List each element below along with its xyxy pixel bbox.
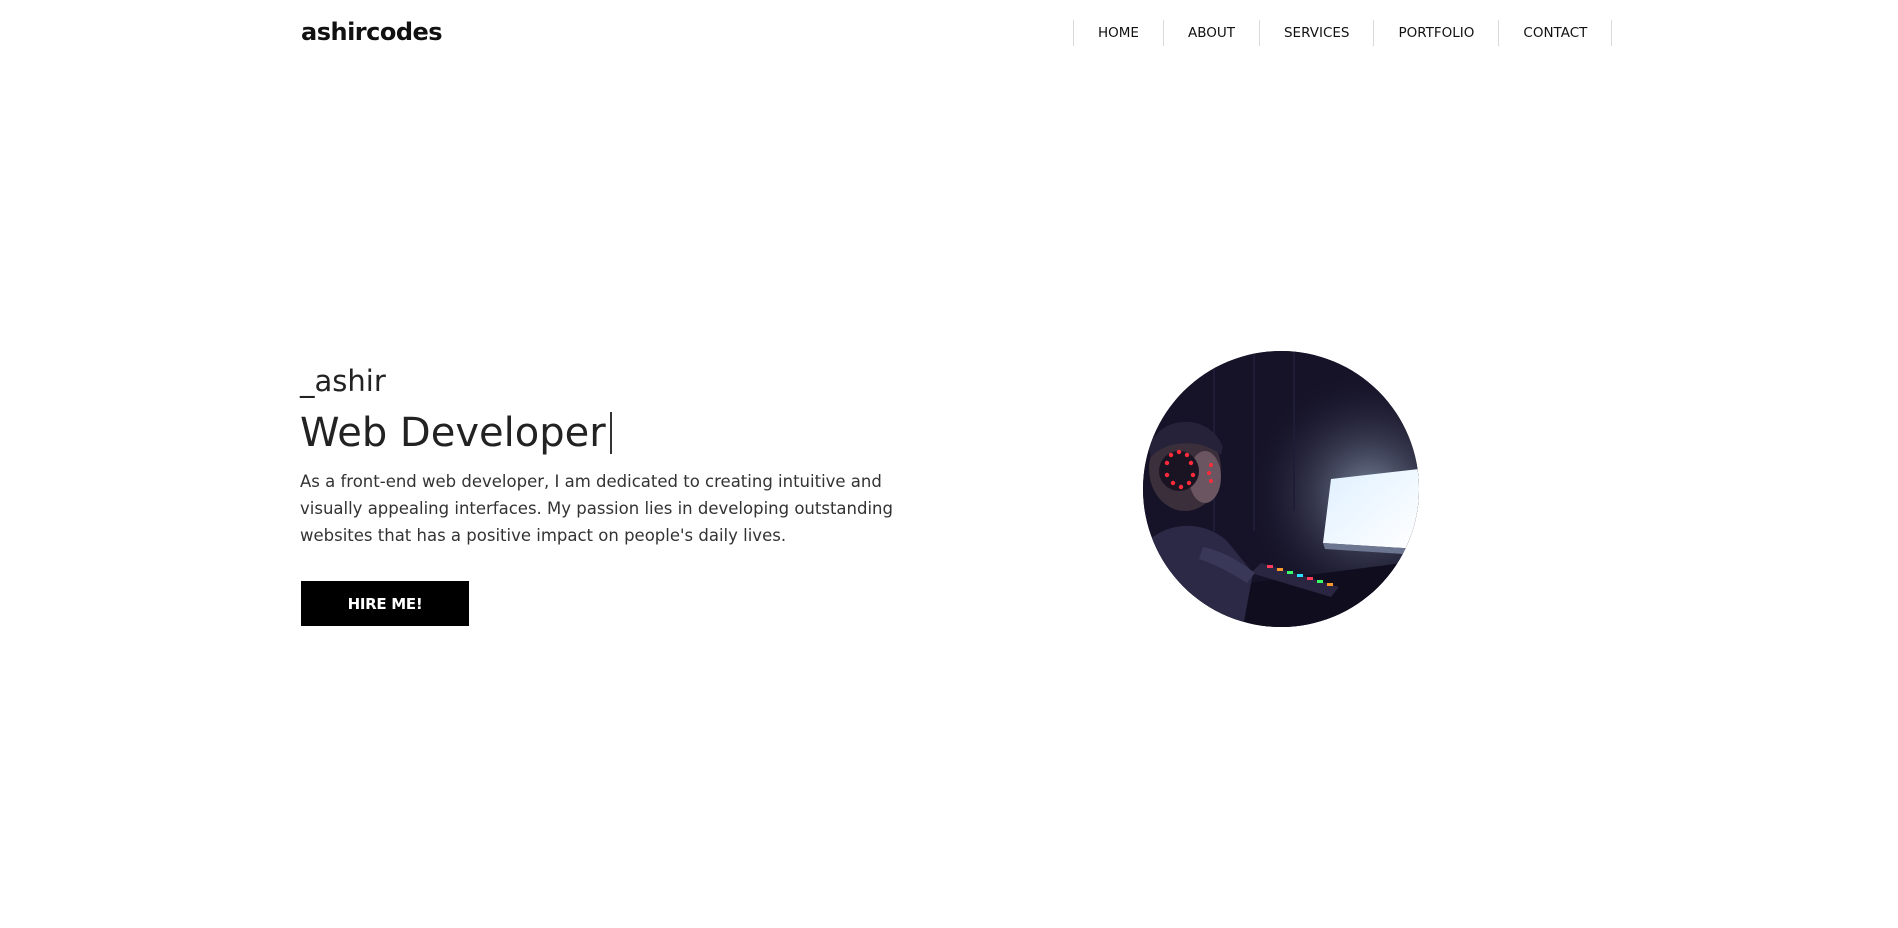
- portrait-illustration: [1143, 351, 1419, 627]
- nav-home[interactable]: HOME: [1074, 20, 1164, 46]
- nav-services[interactable]: SERVICES: [1260, 20, 1375, 46]
- hero-role: Web Developer: [300, 410, 612, 456]
- page: ashircodes HOME ABOUT SERVICES PORTFOLIO…: [0, 0, 1898, 928]
- hero-role-text: Web Developer: [300, 410, 606, 456]
- nav-contact[interactable]: CONTACT: [1499, 20, 1613, 46]
- hire-me-button[interactable]: HIRE ME!: [301, 581, 469, 626]
- typing-cursor: [609, 412, 612, 454]
- site-logo[interactable]: ashircodes: [301, 18, 443, 46]
- nav-about[interactable]: ABOUT: [1164, 20, 1260, 46]
- hero-description: As a front-end web developer, I am dedic…: [300, 472, 893, 545]
- developer-portrait-image: [1143, 351, 1419, 627]
- nav-portfolio[interactable]: PORTFOLIO: [1374, 20, 1500, 46]
- main-nav: HOME ABOUT SERVICES PORTFOLIO CONTACT: [1073, 20, 1613, 46]
- hero-handle: _ashir: [300, 364, 386, 398]
